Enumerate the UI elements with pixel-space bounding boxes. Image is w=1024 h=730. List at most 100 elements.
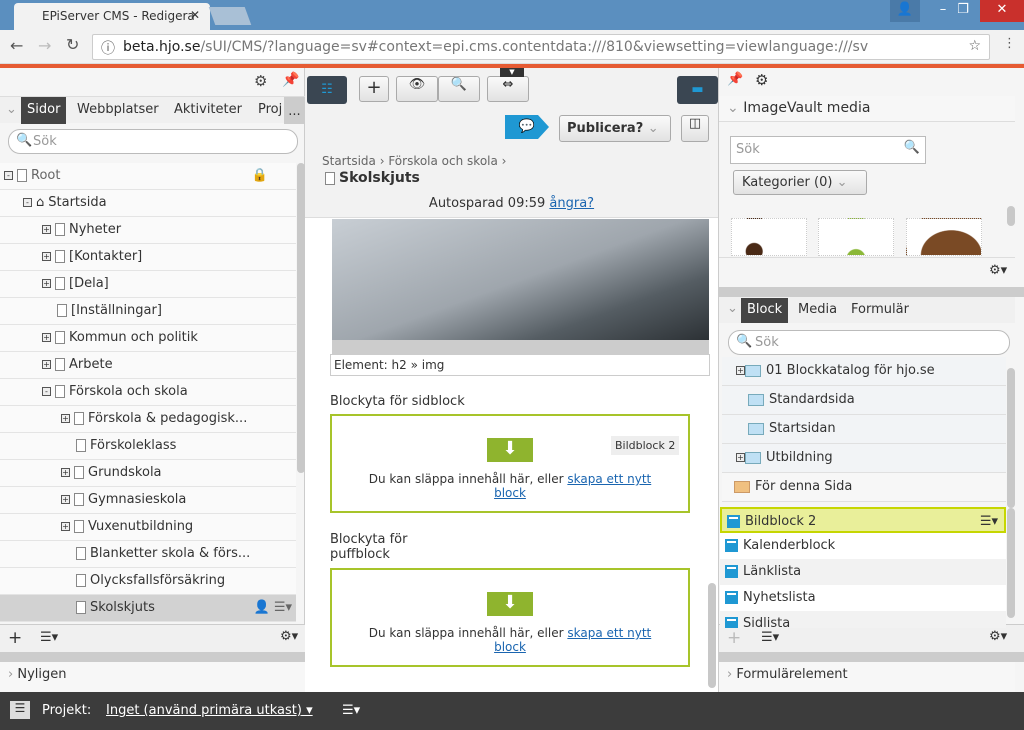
undo-link[interactable]: ångra? (549, 196, 594, 211)
gear-icon[interactable]: ⚙ (254, 72, 267, 90)
expand-icon[interactable]: + (42, 333, 51, 342)
folder-item[interactable]: Startsidan (722, 415, 1006, 444)
tab-aktiviteter[interactable]: Aktiviteter (174, 102, 242, 117)
item-menu-icon[interactable]: 👤 ☰▾ (254, 595, 293, 621)
expand-icon[interactable]: + (42, 279, 51, 288)
block-area-sidblock[interactable]: ⬇ Bildblock 2 Du kan släppa innehåll här… (330, 414, 690, 513)
recent-section[interactable]: › Nyligen (0, 662, 305, 692)
more-tabs-button[interactable]: ... (284, 97, 305, 124)
assets-toggle[interactable]: ▬ (677, 76, 718, 104)
tab-media[interactable]: Media (798, 302, 837, 317)
breadcrumb-item[interactable]: Förskola och skola (388, 154, 498, 168)
tab-sidor[interactable]: Sidor (21, 97, 67, 124)
add-icon[interactable]: + (727, 628, 741, 648)
expand-icon[interactable]: + (42, 360, 51, 369)
tree-item[interactable]: Olycksfallsförsäkring (0, 568, 296, 595)
expand-icon[interactable]: + (61, 414, 70, 423)
content-image[interactable] (332, 219, 709, 340)
media-thumbnail[interactable] (731, 218, 807, 256)
add-icon[interactable]: + (8, 628, 22, 648)
block-item[interactable]: Kalenderblock (720, 533, 1006, 559)
tree-item[interactable]: - ⌂ Startsida (0, 190, 296, 217)
expand-icon[interactable]: + (736, 366, 745, 375)
project-selector[interactable]: Inget (använd primära utkast) ▾ (106, 703, 313, 718)
browser-tab[interactable]: EPiServer CMS - Redigera ✕ (14, 3, 210, 30)
tree-item[interactable]: [Inställningar] (0, 298, 296, 325)
expand-icon[interactable]: + (61, 495, 70, 504)
project-menu-icon[interactable]: ☰▾ (342, 703, 360, 718)
project-icon[interactable]: ☰ (10, 701, 30, 719)
folder-item[interactable]: Standardsida (722, 386, 1006, 415)
tab-projekt[interactable]: Proj (258, 102, 282, 117)
expand-icon[interactable]: + (42, 225, 51, 234)
media-thumbnail[interactable] (818, 218, 894, 256)
expand-icon[interactable]: + (42, 252, 51, 261)
settings-icon[interactable]: ⚙▾ (989, 629, 1007, 644)
tree-item[interactable]: - Root 🔒 (0, 163, 296, 190)
tree-item[interactable]: - Förskola och skola (0, 379, 296, 406)
tree-item[interactable]: Förskoleklass (0, 433, 296, 460)
comment-icon[interactable]: 💬 (505, 115, 549, 139)
search-icon[interactable]: 🔍 (904, 140, 920, 155)
page-tree-toggle[interactable]: ☷ (307, 76, 347, 104)
preview-eye-icon[interactable]: 👁 (396, 76, 438, 102)
tree-item[interactable]: + Kommun och politik (0, 325, 296, 352)
search-input[interactable]: 🔍 Sök (8, 129, 298, 154)
tree-item[interactable]: + [Dela] (0, 271, 296, 298)
restore-button[interactable]: ❐ (948, 0, 978, 22)
imagevault-header[interactable]: ⌄ ImageVault media (719, 96, 1015, 122)
block-item[interactable]: Sidlista (720, 611, 1006, 628)
collapse-toolbar-icon[interactable]: ▼ (500, 68, 524, 77)
forward-icon[interactable]: → (38, 36, 51, 55)
back-icon[interactable]: ← (10, 36, 23, 55)
folder-scrollbar[interactable] (1007, 368, 1015, 508)
form-elements-section[interactable]: › Formulärelement (719, 662, 1015, 692)
tree-item[interactable]: + Förskola & pedagogisk... (0, 406, 296, 433)
tab-webbplatser[interactable]: Webbplatser (77, 102, 159, 117)
tab-block[interactable]: Block (741, 298, 789, 323)
tree-item[interactable]: + [Kontakter] (0, 244, 296, 271)
list-menu-icon[interactable]: ☰▾ (761, 630, 779, 645)
item-menu-icon[interactable]: ☰▾ (980, 509, 998, 534)
breadcrumb-item[interactable]: Startsida (322, 154, 376, 168)
block-item[interactable]: Länklista (720, 559, 1006, 585)
collapse-icon[interactable]: - (42, 387, 51, 396)
media-scrollbar[interactable] (1007, 206, 1015, 226)
for-this-page-folder[interactable]: För denna Sida (722, 473, 1006, 502)
close-window-button[interactable]: ✕ (980, 0, 1024, 22)
editor-scrollbar[interactable] (708, 583, 716, 688)
tree-item[interactable]: + Arbete (0, 352, 296, 379)
close-icon[interactable]: ✕ (190, 8, 200, 22)
new-tab-button[interactable] (208, 7, 252, 25)
expand-icon[interactable]: + (736, 453, 745, 462)
url-input[interactable]: ⓘ beta.hjo.se/sUI/CMS/?language=sv#contex… (92, 34, 990, 60)
tree-item[interactable]: Blanketter skola & förs... (0, 541, 296, 568)
folder-item[interactable]: +01 Blockkatalog för hjo.se (722, 357, 1006, 386)
expand-icon[interactable]: + (61, 468, 70, 477)
tab-formular[interactable]: Formulär (851, 302, 909, 317)
block-item[interactable]: Nyhetslista (720, 585, 1006, 611)
collapse-icon[interactable]: ⌄ (727, 301, 738, 316)
tree-item[interactable]: + Vuxenutbildning (0, 514, 296, 541)
compare-icon[interactable]: 🔍 (438, 76, 480, 102)
block-item[interactable]: Bildblock 2 ☰▾ (720, 507, 1006, 533)
horizontal-scrollbar[interactable] (332, 340, 709, 354)
publish-button[interactable]: Publicera? ⌄ (559, 115, 671, 142)
tree-scrollbar[interactable] (297, 163, 305, 473)
categories-dropdown[interactable]: Kategorier (0) ⌄ (733, 170, 867, 195)
tree-item[interactable]: + Grundskola (0, 460, 296, 487)
expand-icon[interactable]: + (61, 522, 70, 531)
media-thumbnail[interactable] (906, 218, 982, 256)
pin-icon[interactable]: 📌 (282, 72, 299, 88)
tree-item[interactable]: + Gymnasieskola (0, 487, 296, 514)
block-badge[interactable]: Bildblock 2 (611, 436, 680, 455)
toggle-width-icon[interactable]: ⇔ (487, 76, 529, 102)
tree-item[interactable]: + Nyheter (0, 217, 296, 244)
collapse-icon[interactable]: - (4, 171, 13, 180)
block-search-input[interactable]: 🔍 Sök (728, 330, 1010, 355)
star-icon[interactable]: ☆ (968, 38, 981, 54)
tree-item[interactable]: Skolskjuts 👤 ☰▾ (0, 595, 296, 622)
user-icon[interactable]: 👤 (890, 0, 920, 22)
add-button[interactable]: + (359, 76, 389, 102)
block-list-scrollbar[interactable] (1007, 508, 1015, 618)
